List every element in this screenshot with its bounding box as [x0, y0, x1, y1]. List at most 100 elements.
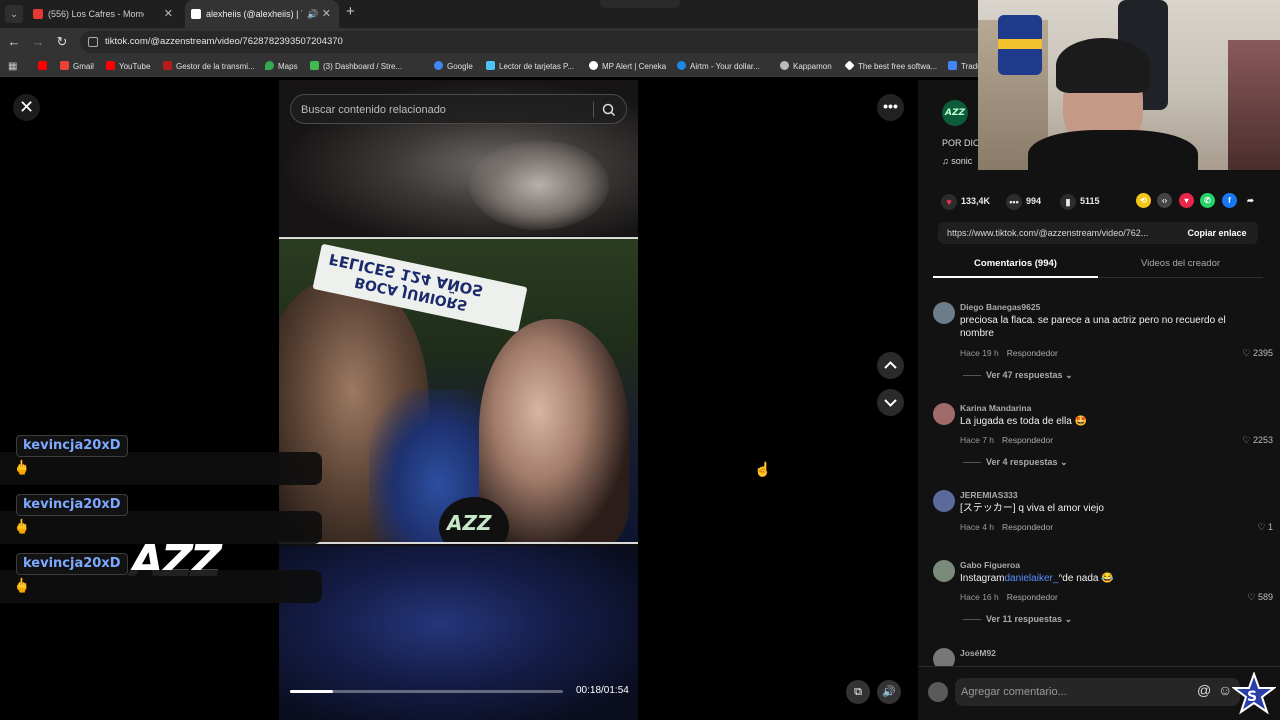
comment-avatar[interactable]: [933, 490, 955, 512]
site-info-icon[interactable]: [88, 37, 98, 47]
comment-avatar[interactable]: [933, 648, 955, 666]
search-icon[interactable]: [601, 102, 617, 118]
reply-button[interactable]: Respondedor: [1002, 522, 1053, 532]
previous-video-button[interactable]: [877, 352, 904, 379]
comment-username[interactable]: Gabo Figueroa: [960, 560, 1020, 570]
tab-creator-videos[interactable]: Videos del creador: [1098, 252, 1263, 278]
chevron-up-icon: [884, 361, 897, 369]
comment-username[interactable]: JEREMIAS333: [960, 490, 1018, 500]
comment-username[interactable]: Diego Banegas9625: [960, 302, 1040, 312]
comment-avatar[interactable]: [933, 403, 955, 425]
comment-avatar[interactable]: [933, 302, 955, 324]
bookmark-dashboard[interactable]: (3) Dashboard / Stre...: [310, 56, 402, 77]
video-progress-fill: [290, 690, 333, 693]
close-video-button[interactable]: ✕: [13, 94, 40, 121]
bookmark-google[interactable]: Google: [434, 56, 473, 77]
bookmark-free-software[interactable]: The best free softwa...: [844, 56, 937, 77]
forward-button[interactable]: →: [29, 33, 47, 51]
diamond-icon: [844, 60, 855, 71]
comment-stat[interactable]: ••• 994: [1006, 193, 1041, 210]
reply-button[interactable]: Respondedor: [1007, 348, 1058, 358]
video-description: POR DIO: [942, 138, 981, 148]
heart-outline-icon: ♡: [1242, 348, 1253, 358]
mention-link[interactable]: danielaiker_: [1004, 573, 1058, 584]
reply-button[interactable]: Respondedor: [1007, 592, 1058, 602]
url-text: tiktok.com/@azzenstream/video/7628782393…: [105, 36, 343, 47]
url-field[interactable]: tiktok.com/@azzenstream/video/7628782393…: [80, 31, 980, 53]
comment-composer: Agregar comentario... @ ☺: [918, 666, 1280, 720]
share-arrow-icon[interactable]: ➦: [1243, 193, 1258, 208]
floating-player-icon[interactable]: ⧉: [846, 680, 870, 704]
hand-cursor-icon: ☝: [754, 461, 772, 477]
bookmark-kappamon[interactable]: Kappamon: [780, 56, 832, 77]
volume-icon[interactable]: 🔊: [877, 680, 901, 704]
bookmark-gestor[interactable]: Gestor de la transmi...: [163, 56, 255, 77]
address-bar-row: ← → ↻ tiktok.com/@azzenstream/video/7628…: [0, 28, 980, 56]
comment-likes[interactable]: ♡ 589: [1247, 592, 1273, 603]
search-placeholder: Buscar contenido relacionado: [301, 104, 446, 116]
save-stat[interactable]: ▮ 5115: [1060, 193, 1100, 210]
copy-link-button[interactable]: Copiar enlace: [1176, 222, 1258, 244]
bookmark-lector[interactable]: Lector de tarjetas P...: [486, 56, 574, 77]
comment-username[interactable]: Karina Mandarina: [960, 403, 1031, 413]
airtm-icon: [677, 61, 686, 70]
apps-grid-icon[interactable]: ▦: [8, 61, 17, 72]
creator-avatar[interactable]: AZZ: [942, 100, 968, 126]
like-stat[interactable]: ♥ 133,4K: [941, 193, 990, 210]
comment-likes[interactable]: ♡ 2253: [1242, 435, 1273, 446]
comment-likes[interactable]: ♡ 2395: [1242, 348, 1273, 359]
facebook-icon[interactable]: f: [1222, 193, 1237, 208]
related-search-input[interactable]: Buscar contenido relacionado: [290, 94, 627, 124]
streamer-webcam: [978, 0, 1280, 170]
chat-username: kevincja20xD: [16, 494, 128, 516]
mention-icon[interactable]: @: [1197, 682, 1211, 698]
video-frame: FELICES 124 AÑOS BOCA JUNIORS AZZ: [279, 237, 638, 544]
video-progress-bar[interactable]: [290, 690, 563, 693]
embed-icon[interactable]: ‹›: [1157, 193, 1172, 208]
reply-button[interactable]: Respondedor: [1002, 435, 1053, 445]
gmail-icon: [60, 61, 69, 70]
comment-likes[interactable]: ♡ 1: [1257, 522, 1273, 533]
bookmark-airtm[interactable]: Airtm - Your dollar...: [677, 56, 760, 77]
audio-playing-icon[interactable]: 🔊: [307, 0, 318, 28]
bookmark-maps[interactable]: Maps: [265, 56, 298, 77]
bookmark-translate[interactable]: Tradu: [948, 56, 982, 77]
tab-comments[interactable]: Comentarios (994): [933, 252, 1098, 278]
music-line[interactable]: ♫ sonic: [942, 156, 972, 166]
chat-username: kevincja20xD: [16, 553, 128, 575]
bookmark-youtube[interactable]: YouTube: [106, 56, 150, 77]
close-tab-icon[interactable]: ✕: [164, 0, 173, 28]
view-replies-button[interactable]: Ver 4 respuestas ⌄: [963, 457, 1068, 468]
comment-avatar[interactable]: [933, 560, 955, 582]
send-icon[interactable]: ▾: [1179, 193, 1194, 208]
webcam-jersey: [998, 15, 1042, 75]
bookmark-mp-alert[interactable]: MP Alert | Ceneka: [589, 56, 666, 77]
whatsapp-icon[interactable]: ✆: [1200, 193, 1215, 208]
browser-tab-active[interactable]: alexheiis (@alexheiis) | TikTo 🔊 ✕: [185, 0, 339, 28]
bookmark-youtube-icon[interactable]: [38, 56, 47, 77]
repost-icon[interactable]: ⟲: [1136, 193, 1151, 208]
chevron-down-icon: ⌄: [1065, 370, 1073, 380]
reload-button[interactable]: ↻: [53, 33, 71, 51]
comment-icon: •••: [1006, 193, 1022, 210]
close-tab-icon[interactable]: ✕: [322, 0, 331, 28]
back-button[interactable]: ←: [5, 33, 23, 51]
more-options-button[interactable]: •••: [877, 94, 904, 121]
new-tab-button[interactable]: +: [346, 3, 355, 20]
browser-tab[interactable]: (556) Los Cafres - Momento (vi ✕: [27, 0, 181, 28]
heart-icon: ♥: [941, 193, 957, 210]
mp-alert-icon: [589, 61, 598, 70]
comment-username[interactable]: JoséM92: [960, 648, 996, 658]
emoji-icon[interactable]: ☺: [1218, 682, 1232, 698]
next-video-button[interactable]: [877, 389, 904, 416]
view-replies-button[interactable]: Ver 11 respuestas ⌄: [963, 614, 1072, 625]
comment-item: Karina Mandarina La jugada es toda de el…: [933, 403, 1273, 473]
video-player[interactable]: FELICES 124 AÑOS BOCA JUNIORS AZZ: [279, 80, 638, 720]
tab-search-icon[interactable]: ⌄: [5, 5, 23, 23]
chat-username: kevincja20xD: [16, 435, 128, 457]
studio-icon: [163, 61, 172, 70]
webcam-beanie: [1056, 38, 1150, 93]
view-replies-button[interactable]: Ver 47 respuestas ⌄: [963, 370, 1073, 381]
bookmark-gmail[interactable]: Gmail: [60, 56, 94, 77]
share-link[interactable]: https://www.tiktok.com/@azzenstream/vide…: [947, 222, 1148, 244]
